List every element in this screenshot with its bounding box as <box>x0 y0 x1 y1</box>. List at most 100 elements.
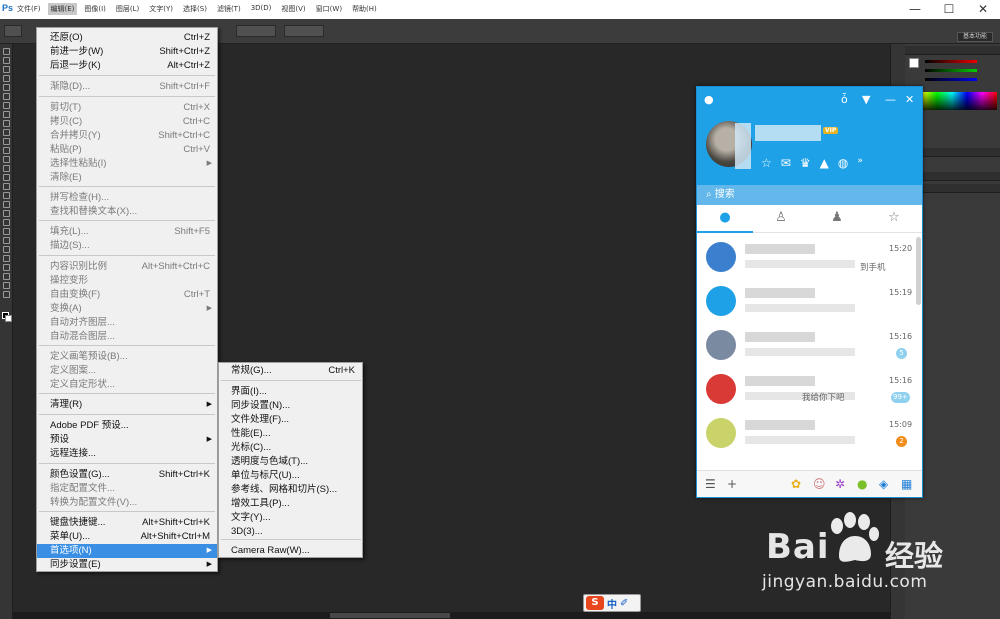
tab-messages[interactable]: ● <box>715 210 735 228</box>
edit-menu-item[interactable]: 定义画笔预设(B)... <box>37 350 217 364</box>
space-icon[interactable]: ◍ <box>838 156 848 170</box>
qq-search-bar[interactable]: ⌕ 搜索 <box>697 185 922 205</box>
edit-menu-item[interactable]: 前进一步(W) Shift+Ctrl+Z <box>37 45 217 59</box>
conversation-item[interactable]: 15:09 2 <box>697 410 917 454</box>
preferences-menu-item[interactable]: 常规(G)... Ctrl+K <box>219 364 362 378</box>
edit-menu-item[interactable]: 颜色设置(G)... Shift+Ctrl+K <box>37 468 217 482</box>
edit-menu-item[interactable]: 首选项(N) ▶ <box>37 544 217 558</box>
tool-icon[interactable] <box>3 246 10 253</box>
edit-menu-item[interactable]: 变换(A) ▶ <box>37 302 217 316</box>
menu-4[interactable]: 文字(Y) <box>146 3 176 15</box>
green-slider[interactable] <box>925 69 977 72</box>
edit-menu-item[interactable]: 描边(S)... <box>37 239 217 253</box>
edit-menu-item[interactable]: 自动对齐图层... <box>37 316 217 330</box>
edit-menu-item[interactable]: 拼写检查(H)... <box>37 191 217 205</box>
tool-icon[interactable] <box>3 291 10 298</box>
menu-3[interactable]: 图层(L) <box>113 3 142 15</box>
edit-menu-item[interactable]: 转换为配置文件(V)... <box>37 496 217 510</box>
tool-icon[interactable] <box>3 210 10 217</box>
menu-8[interactable]: 视图(V) <box>278 3 308 15</box>
color-panel-swatch[interactable] <box>909 58 919 68</box>
conversation-item[interactable]: 到手机 15:20 <box>697 234 917 278</box>
tool-icon[interactable] <box>3 93 10 100</box>
menu-10[interactable]: 帮助(H) <box>349 3 380 15</box>
app-grid-icon[interactable]: ▦ <box>901 477 912 491</box>
edit-menu-item[interactable]: 指定配置文件... <box>37 482 217 496</box>
tab-contacts[interactable]: ♙ <box>771 210 791 228</box>
edit-menu-item[interactable]: 清除(E) <box>37 171 217 185</box>
tool-icon[interactable] <box>3 228 10 235</box>
tool-icon[interactable] <box>3 273 10 280</box>
tool-icon[interactable] <box>3 111 10 118</box>
edit-menu-item[interactable]: 定义图案... <box>37 364 217 378</box>
maximize-button[interactable]: ☐ <box>932 0 966 19</box>
shield-icon[interactable]: ◈ <box>879 477 888 491</box>
preferences-menu-item[interactable]: 增效工具(P)... <box>219 497 362 511</box>
menu-9[interactable]: 窗口(W) <box>313 3 345 15</box>
edit-menu-item[interactable]: 合并拷贝(Y) Shift+Ctrl+C <box>37 129 217 143</box>
menu-7[interactable]: 3D(D) <box>248 3 275 15</box>
tool-icon[interactable] <box>3 192 10 199</box>
blue-slider[interactable] <box>925 78 977 81</box>
tool-icon[interactable] <box>3 102 10 109</box>
tool-icon[interactable] <box>3 282 10 289</box>
tool-icon[interactable] <box>3 75 10 82</box>
edit-menu-item[interactable]: 渐隐(D)... Shift+Ctrl+F <box>37 80 217 94</box>
edit-menu-item[interactable]: 拷贝(C) Ctrl+C <box>37 115 217 129</box>
preferences-menu-item[interactable]: 单位与标尺(U)... <box>219 469 362 483</box>
tool-icon[interactable] <box>3 237 10 244</box>
preferences-menu-item[interactable]: 光标(C)... <box>219 441 362 455</box>
edit-menu-item[interactable]: 填充(L)... Shift+F5 <box>37 225 217 239</box>
conversation-item[interactable]: 15:16 5 <box>697 322 917 366</box>
tool-icon[interactable] <box>3 156 10 163</box>
menu-2[interactable]: 图像(I) <box>81 3 109 15</box>
edit-menu-item[interactable]: 后退一步(K) Alt+Ctrl+Z <box>37 59 217 73</box>
edit-menu-item[interactable]: 自动混合图层... <box>37 330 217 344</box>
search-input[interactable]: 搜索 <box>715 189 735 200</box>
option-field[interactable] <box>236 25 276 37</box>
preferences-menu-item[interactable]: 界面(I)... <box>219 385 362 399</box>
edit-menu-item[interactable]: 还原(O) Ctrl+Z <box>37 31 217 45</box>
input-method-bar[interactable]: S 中 ✐ <box>583 594 641 612</box>
qq-close-button[interactable]: ✕ <box>905 93 914 106</box>
tool-icon[interactable] <box>3 165 10 172</box>
edit-menu-item[interactable]: 菜单(U)... Alt+Shift+Ctrl+M <box>37 530 217 544</box>
edit-menu-item[interactable]: 键盘快捷键... Alt+Shift+Ctrl+K <box>37 516 217 530</box>
app-icon[interactable]: ✲ <box>835 477 845 491</box>
app-icon[interactable]: ● <box>857 477 867 491</box>
conversation-item[interactable]: 我给你下吧 15:16 99+ <box>697 366 917 410</box>
menu-5[interactable]: 选择(S) <box>180 3 210 15</box>
tool-icon[interactable] <box>3 174 10 181</box>
preferences-menu-item[interactable]: 文字(Y)... <box>219 511 362 525</box>
preferences-menu-item[interactable]: 透明度与色域(T)... <box>219 455 362 469</box>
tool-icon[interactable] <box>3 255 10 262</box>
tab-favorites[interactable]: ☆ <box>884 210 904 228</box>
edit-menu-item[interactable]: 操控变形 <box>37 274 217 288</box>
tool-icon[interactable] <box>3 120 10 127</box>
edit-menu-item[interactable]: 远程连接... <box>37 447 217 461</box>
tool-icon[interactable] <box>3 138 10 145</box>
close-button[interactable]: ✕ <box>966 0 1000 19</box>
qq-skin-icon[interactable]: ▼ <box>862 93 870 106</box>
more-icon[interactable]: » <box>857 156 863 170</box>
edit-menu-item[interactable]: 自由变换(F) Ctrl+T <box>37 288 217 302</box>
tool-icon[interactable] <box>3 264 10 271</box>
edit-menu-item[interactable]: 剪切(T) Ctrl+X <box>37 101 217 115</box>
red-slider[interactable] <box>925 60 977 63</box>
edit-menu-item[interactable]: 查找和替换文本(X)... <box>37 205 217 219</box>
menu-icon[interactable]: ☰ <box>705 477 716 491</box>
edit-menu-item[interactable]: 内容识别比例 Alt+Shift+Ctrl+C <box>37 260 217 274</box>
background-color-swatch[interactable] <box>5 315 12 322</box>
qq-sign-icon[interactable]: ȱ <box>841 93 848 106</box>
app-icon[interactable]: ✿ <box>791 477 801 491</box>
menu-1[interactable]: 编辑(E) <box>47 3 78 15</box>
tool-icon[interactable] <box>3 147 10 154</box>
preferences-menu-item[interactable]: 文件处理(F)... <box>219 413 362 427</box>
tool-icon[interactable] <box>3 183 10 190</box>
tool-icon[interactable] <box>3 201 10 208</box>
triangle-icon[interactable]: ▲ <box>820 156 829 170</box>
preferences-menu-item[interactable]: 参考线、网格和切片(S)... <box>219 483 362 497</box>
qq-minimize-button[interactable]: — <box>885 93 896 106</box>
tool-icon[interactable] <box>3 129 10 136</box>
edit-menu-item[interactable]: 清理(R) ▶ <box>37 398 217 412</box>
